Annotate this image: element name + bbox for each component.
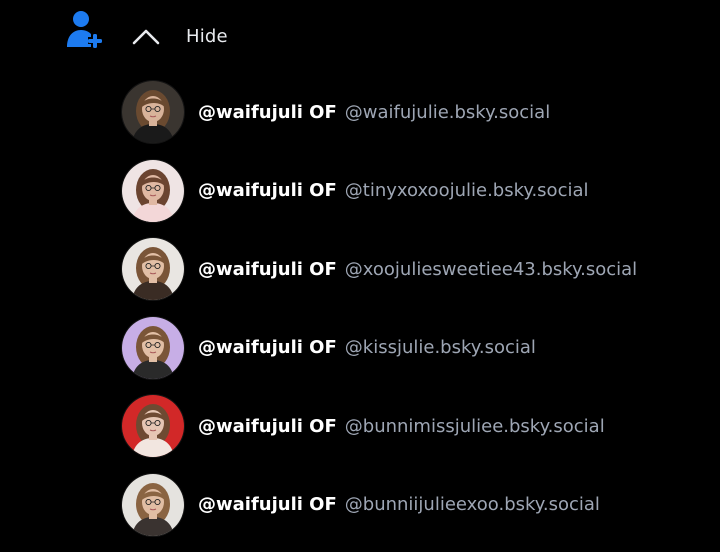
suggested-follows-header: Hide [0, 0, 720, 72]
account-handle: @xoojuliesweetiee43.bsky.social [344, 258, 638, 280]
hide-label: Hide [186, 25, 228, 47]
avatar[interactable] [122, 159, 184, 222]
account-row[interactable]: @waifujuli OF @xoojuliesweetiee43.bsky.s… [122, 237, 720, 301]
chevron-up-icon [132, 29, 160, 45]
account-row[interactable]: @waifujuli OF @tinyxoxoojulie.bsky.socia… [122, 159, 720, 223]
account-handle: @tinyxoxoojulie.bsky.social [344, 180, 589, 202]
account-display-name: @waifujuli OF [198, 415, 337, 437]
account-display-name: @waifujuli OF [198, 258, 337, 280]
add-user-icon[interactable] [64, 8, 106, 50]
account-row[interactable]: @waifujuli OF @kissjulie.bsky.social [122, 316, 720, 380]
hide-toggle-button[interactable]: Hide [128, 18, 228, 54]
avatar[interactable] [122, 81, 184, 143]
account-row[interactable]: @waifujuli OF @bunnimissjuliee.bsky.soci… [122, 394, 720, 458]
account-handle: @bunnimissjuliee.bsky.social [344, 415, 605, 437]
avatar[interactable] [122, 238, 184, 301]
account-display-name: @waifujuli OF [198, 494, 337, 516]
account-handle: @waifujulie.bsky.social [344, 101, 551, 123]
account-display-name: @waifujuli OF [198, 101, 337, 123]
avatar[interactable] [122, 316, 184, 379]
avatar[interactable] [122, 473, 184, 536]
account-handle: @kissjulie.bsky.social [344, 337, 536, 359]
account-display-name: @waifujuli OF [198, 337, 337, 359]
avatar[interactable] [122, 395, 184, 458]
account-handle: @bunniijulieexoo.bsky.social [344, 494, 600, 516]
suggested-accounts-list: @waifujuli OF @waifujulie.bsky.social @w… [122, 80, 720, 552]
account-row[interactable]: @waifujuli OF @bunniijulieexoo.bsky.soci… [122, 473, 720, 537]
account-display-name: @waifujuli OF [198, 180, 337, 202]
account-row[interactable]: @waifujuli OF @waifujulie.bsky.social [122, 80, 720, 144]
